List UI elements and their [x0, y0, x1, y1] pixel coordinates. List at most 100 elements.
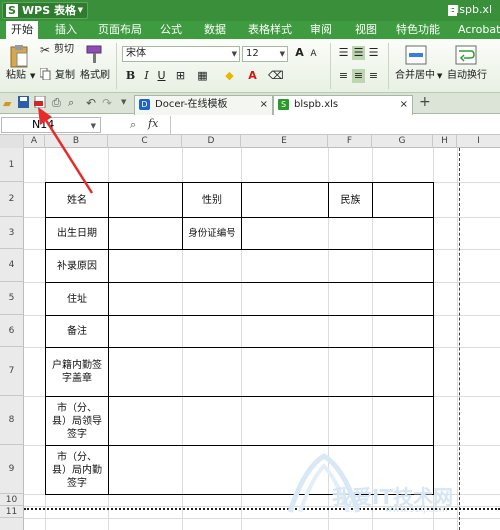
- label-address: 住址: [67, 293, 87, 305]
- menu-page-layout[interactable]: 页面布局: [98, 21, 142, 39]
- menu-view[interactable]: 视图: [355, 21, 377, 39]
- column-header[interactable]: D: [182, 135, 241, 148]
- format-painter-button[interactable]: 格式刷: [80, 70, 110, 82]
- spreadsheet-icon: S: [278, 99, 289, 110]
- column-header[interactable]: F: [328, 135, 372, 148]
- paste-dropdown-icon[interactable]: ▼: [30, 70, 35, 82]
- row-header[interactable]: 6: [0, 315, 24, 347]
- row-header[interactable]: 10: [0, 494, 24, 506]
- wps-logo-icon: S: [6, 4, 18, 17]
- menu-acrobat[interactable]: Acrobat: [458, 21, 500, 39]
- open-folder-icon[interactable]: ▰: [3, 97, 11, 110]
- watermark-url: www.52ij.com: [385, 505, 448, 515]
- ribbon-toolbar: 粘贴 ▼ ✂ 剪切 复制 格式刷 宋体 ▼ 12 ▼ A A B I U ⊞ ▦ ◆…: [0, 39, 500, 93]
- label-leader-sign: 市（分、县）局领导签字: [52, 402, 102, 440]
- column-header[interactable]: C: [108, 135, 182, 148]
- title-bar: S WPS 表格 ▼ blspb.xl: [0, 0, 500, 21]
- chevron-down-icon: ▼: [77, 6, 83, 14]
- label-remarks: 备注: [67, 326, 87, 337]
- close-icon[interactable]: ×: [400, 96, 408, 113]
- tab-label: blspb.xls: [294, 99, 339, 110]
- label-ethnicity: 民族: [340, 194, 361, 206]
- table-border: [241, 182, 242, 249]
- clear-format-icon[interactable]: ⌫: [268, 69, 284, 83]
- wrap-text-icon[interactable]: [455, 45, 477, 65]
- docer-icon: D: [139, 99, 150, 110]
- align-middle-icon[interactable]: ☰: [352, 46, 365, 60]
- tab-blspb[interactable]: S blspb.xls ×: [273, 95, 413, 115]
- label-id-number: 身份证编号: [188, 228, 236, 239]
- row-header[interactable]: 7: [0, 347, 24, 396]
- menu-table-style[interactable]: 表格样式: [248, 21, 292, 39]
- menu-insert[interactable]: 插入: [55, 21, 77, 39]
- page-break-line: [459, 148, 460, 530]
- row-header[interactable]: 9: [0, 445, 24, 494]
- row-header[interactable]: 4: [0, 249, 24, 282]
- increase-font-icon[interactable]: A: [293, 46, 306, 60]
- underline-icon[interactable]: U: [155, 69, 168, 83]
- wrap-text-button[interactable]: 自动换行: [447, 70, 487, 82]
- format-painter-icon[interactable]: [85, 44, 103, 64]
- table-border: [372, 182, 373, 217]
- save-icon[interactable]: [18, 96, 29, 108]
- column-header[interactable]: H: [433, 135, 457, 148]
- app-name: WPS 表格: [22, 4, 76, 17]
- menu-home[interactable]: 开始: [6, 21, 38, 39]
- function-icon[interactable]: fx: [148, 117, 158, 130]
- align-left-icon[interactable]: ≡: [337, 69, 350, 83]
- bold-icon[interactable]: B: [124, 69, 137, 83]
- merge-dropdown-icon[interactable]: ▼: [437, 70, 442, 82]
- menu-data[interactable]: 数据: [204, 21, 226, 39]
- label-birth-date: 出生日期: [57, 228, 97, 239]
- cell-style-icon[interactable]: ▦: [196, 69, 209, 83]
- menu-special[interactable]: 特色功能: [396, 21, 440, 39]
- column-header[interactable]: G: [372, 135, 433, 148]
- font-size-select[interactable]: 12 ▼: [242, 46, 288, 62]
- gridline: [24, 518, 500, 519]
- row-header[interactable]: 3: [0, 217, 24, 249]
- gridline: [457, 148, 458, 530]
- app-menu-button[interactable]: S WPS 表格 ▼: [2, 2, 88, 19]
- row-header[interactable]: 8: [0, 396, 24, 445]
- copy-icon[interactable]: [39, 67, 51, 81]
- close-icon[interactable]: ×: [260, 96, 268, 113]
- column-header[interactable]: E: [241, 135, 328, 148]
- menu-bar: 开始 插入 页面布局 公式 数据 表格样式 审阅 视图 特色功能 Acrobat: [0, 21, 500, 39]
- annotation-arrow: [38, 107, 94, 194]
- borders-icon[interactable]: ⊞: [174, 69, 187, 83]
- align-top-icon[interactable]: ☰: [337, 46, 350, 60]
- font-name-select[interactable]: 宋体 ▼: [122, 46, 240, 62]
- align-bottom-icon[interactable]: ☰: [367, 46, 380, 60]
- column-header[interactable]: I: [457, 135, 500, 148]
- separator: [330, 43, 331, 89]
- redo-icon[interactable]: ↷: [102, 96, 112, 110]
- copy-button[interactable]: 复制: [55, 70, 75, 82]
- fill-color-icon[interactable]: ◆: [223, 69, 236, 83]
- tab-docer[interactable]: D Docer-在线模板 ×: [134, 95, 273, 115]
- new-tab-icon[interactable]: +: [419, 94, 431, 110]
- zoom-icon[interactable]: ⌕: [130, 118, 136, 132]
- row-header[interactable]: 2: [0, 182, 24, 217]
- separator: [116, 43, 117, 89]
- quick-access-dropdown-icon[interactable]: ▼: [121, 98, 126, 106]
- formula-input[interactable]: [170, 116, 500, 134]
- merge-center-icon[interactable]: [405, 45, 427, 65]
- menu-review[interactable]: 审阅: [310, 21, 332, 39]
- align-center-icon[interactable]: ≡: [352, 69, 365, 83]
- italic-icon[interactable]: I: [140, 69, 153, 83]
- scissors-icon[interactable]: ✂: [40, 43, 50, 57]
- chevron-down-icon: ▼: [231, 50, 237, 58]
- cut-button[interactable]: 剪切: [54, 44, 74, 56]
- font-color-icon[interactable]: A: [246, 69, 259, 83]
- row-header[interactable]: 5: [0, 282, 24, 315]
- decrease-font-icon[interactable]: A: [307, 47, 320, 61]
- row-header[interactable]: 11: [0, 506, 24, 518]
- merge-center-button[interactable]: 合并居中: [395, 70, 435, 82]
- paste-button[interactable]: 粘贴: [6, 70, 26, 82]
- row-header[interactable]: 1: [0, 148, 24, 182]
- align-right-icon[interactable]: ≡: [367, 69, 380, 83]
- select-all-corner[interactable]: [0, 135, 24, 148]
- paste-icon[interactable]: [9, 44, 29, 68]
- window-title: blspb.xl: [449, 3, 492, 16]
- menu-formulas[interactable]: 公式: [160, 21, 182, 39]
